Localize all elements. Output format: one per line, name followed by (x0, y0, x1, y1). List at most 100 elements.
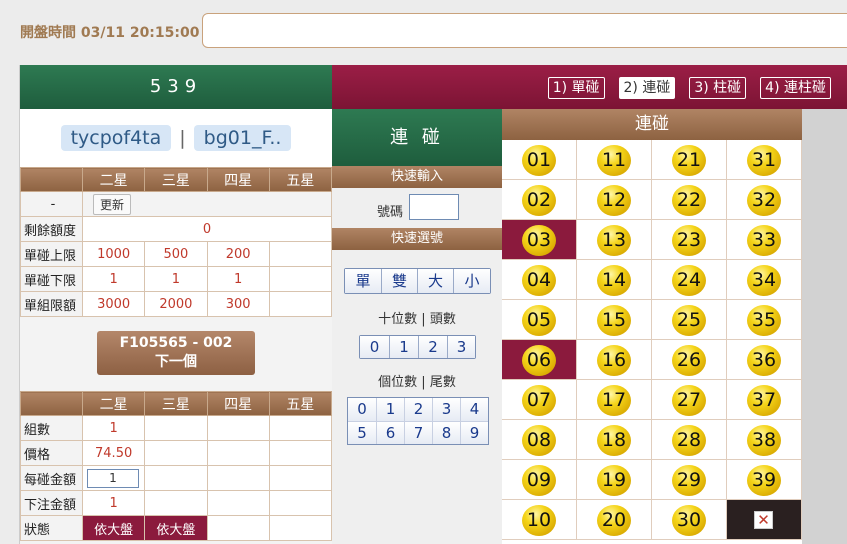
number-cell-14[interactable]: 14 (577, 260, 652, 300)
number-ball: 38 (747, 425, 781, 456)
number-cell-36[interactable]: 36 (727, 340, 802, 380)
number-ball: 07 (522, 385, 556, 416)
number-ball: 33 (747, 225, 781, 256)
units-digit-button[interactable]: 0 (348, 398, 376, 421)
number-cell-15[interactable]: 15 (577, 300, 652, 340)
tab-combo-column[interactable]: 4) 連柱碰 (760, 77, 831, 99)
number-ball: 31 (747, 145, 781, 176)
clear-button[interactable]: ✕ (727, 500, 801, 539)
number-cell-30[interactable]: 30 (652, 500, 727, 540)
tab-combo[interactable]: 2) 連碰 (618, 77, 676, 99)
table-row: 單組限額 3000 2000 300 (20, 291, 333, 317)
announcement-field[interactable] (202, 13, 847, 48)
dash-cell: - (20, 191, 83, 217)
number-cell-05[interactable]: 05 (502, 300, 577, 340)
board-title: 連碰 (502, 109, 802, 140)
number-board: 連碰 01 11 21 31 02 12 22 32 03 13 23 33 04 14 24 34 05 15 2… (502, 109, 802, 544)
close-icon: ✕ (754, 511, 773, 529)
number-cell-18[interactable]: 18 (577, 420, 652, 460)
number-ball: 14 (597, 265, 631, 296)
number-cell-09[interactable]: 09 (502, 460, 577, 500)
number-cell-11[interactable]: 11 (577, 140, 652, 180)
number-cell-27[interactable]: 27 (652, 380, 727, 420)
number-ball: 01 (522, 145, 556, 176)
number-cell-01[interactable]: 01 (502, 140, 577, 180)
units-digit-button[interactable]: 8 (432, 421, 460, 444)
number-cell-31[interactable]: 31 (727, 140, 802, 180)
number-ball: 27 (672, 385, 706, 416)
update-button[interactable]: 更新 (93, 193, 132, 215)
number-cell-21[interactable]: 21 (652, 140, 727, 180)
number-cell-19[interactable]: 19 (577, 460, 652, 500)
tab-single[interactable]: 1) 單碰 (547, 77, 605, 99)
small-button[interactable]: 小 (453, 269, 490, 293)
even-button[interactable]: 雙 (381, 269, 417, 293)
number-cell-17[interactable]: 17 (577, 380, 652, 420)
number-ball: 12 (597, 185, 631, 216)
number-cell-37[interactable]: 37 (727, 380, 802, 420)
units-digit-button[interactable]: 5 (348, 421, 376, 444)
units-digit-button[interactable]: 6 (376, 421, 404, 444)
number-cell-28[interactable]: 28 (652, 420, 727, 460)
left-panel: 539 tycpof4ta | bg01_F.. 二星 三星 四星 五星 - 更… (19, 65, 333, 544)
number-input[interactable] (409, 194, 459, 220)
number-cell-13[interactable]: 13 (577, 220, 652, 260)
table-row: 狀態 依大盤 依大盤 (20, 515, 333, 541)
bet-header: 二星 三星 四星 五星 (20, 391, 333, 416)
number-cell-04[interactable]: 04 (502, 260, 577, 300)
number-cell-22[interactable]: 22 (652, 180, 727, 220)
units-digit-button[interactable]: 1 (376, 398, 404, 421)
next-button[interactable]: F105565 - 002 下一個 (97, 331, 255, 375)
units-digit-button[interactable]: 7 (404, 421, 432, 444)
tens-digit-button[interactable]: 0 (360, 336, 389, 358)
tens-digit-button[interactable]: 2 (418, 336, 447, 358)
number-cell-20[interactable]: 20 (577, 500, 652, 540)
number-cell-07[interactable]: 07 (502, 380, 577, 420)
tens-digit-button[interactable]: 1 (389, 336, 418, 358)
big-button[interactable]: 大 (417, 269, 453, 293)
number-cell-34[interactable]: 34 (727, 260, 802, 300)
number-cell-26[interactable]: 26 (652, 340, 727, 380)
number-cell-06[interactable]: 06 (502, 340, 577, 380)
number-cell-29[interactable]: 29 (652, 460, 727, 500)
number-cell-39[interactable]: 39 (727, 460, 802, 500)
number-cell-23[interactable]: 23 (652, 220, 727, 260)
number-cell-12[interactable]: 12 (577, 180, 652, 220)
number-cell-38[interactable]: 38 (727, 420, 802, 460)
number-cell-03[interactable]: 03 (502, 220, 577, 260)
number-ball: 39 (747, 465, 781, 496)
number-cell-32[interactable]: 32 (727, 180, 802, 220)
number-cell-02[interactable]: 02 (502, 180, 577, 220)
amount-per-bet-input[interactable]: 1 (87, 468, 139, 488)
number-ball: 35 (747, 305, 781, 336)
tens-digit-button[interactable]: 3 (447, 336, 475, 358)
number-ball: 29 (672, 465, 706, 496)
units-digit-button[interactable]: 2 (404, 398, 432, 421)
number-ball: 03 (522, 225, 556, 256)
quick-select-header: 快速選號 (332, 228, 502, 250)
units-digit-button[interactable]: 3 (432, 398, 460, 421)
number-ball: 23 (672, 225, 706, 256)
number-cell-35[interactable]: 35 (727, 300, 802, 340)
status-badge: 依大盤 (81, 515, 146, 541)
tens-button-group: 0 1 2 3 (359, 335, 476, 359)
user-account: tycpof4ta (60, 125, 172, 151)
number-cell-25[interactable]: 25 (652, 300, 727, 340)
number-ball: 21 (672, 145, 706, 176)
number-ball: 22 (672, 185, 706, 216)
units-digit-button[interactable]: 4 (460, 398, 488, 421)
number-cell-08[interactable]: 08 (502, 420, 577, 460)
tab-column[interactable]: 3) 柱碰 (689, 77, 747, 99)
col-5star: 五星 (268, 167, 333, 192)
number-cell-33[interactable]: 33 (727, 220, 802, 260)
number-cell-16[interactable]: 16 (577, 340, 652, 380)
col-4star: 四星 (206, 167, 270, 192)
odd-button[interactable]: 單 (345, 269, 381, 293)
right-gutter (802, 109, 847, 544)
units-digit-grid: 0 1 2 3 4 5 6 7 8 9 (347, 397, 489, 445)
clear-cell[interactable]: ✕ (727, 500, 802, 540)
units-digit-button[interactable]: 9 (460, 421, 488, 444)
number-cell-10[interactable]: 10 (502, 500, 577, 540)
number-cell-24[interactable]: 24 (652, 260, 727, 300)
game-title: 539 (20, 65, 332, 109)
